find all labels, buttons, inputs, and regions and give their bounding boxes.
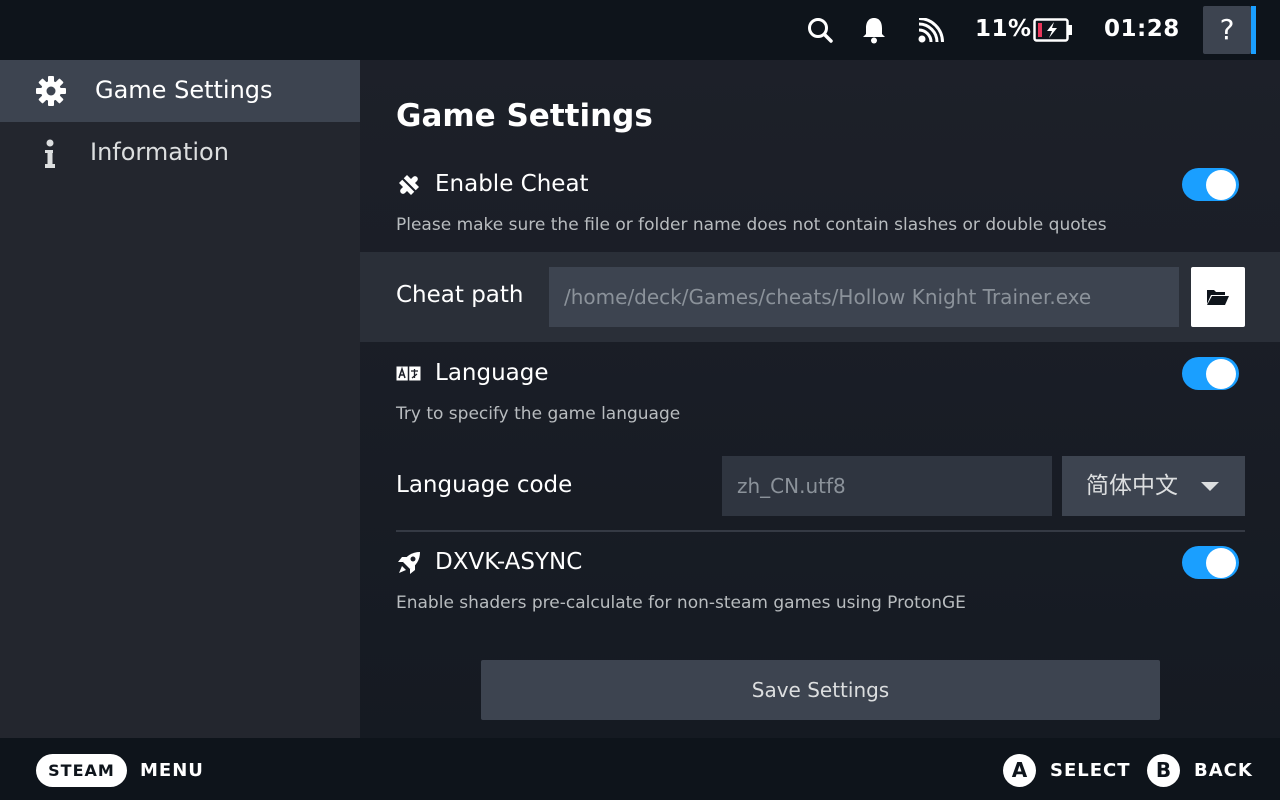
translate-icon: [396, 366, 421, 386]
help-accent-bar: [1251, 6, 1256, 54]
sidebar: Game Settings Information: [0, 60, 360, 738]
cheat-path-label: Cheat path: [396, 282, 524, 308]
folder-open-icon: [1206, 288, 1230, 310]
wifi-icon[interactable]: [916, 17, 944, 48]
language-code-input[interactable]: zh_CN.utf8: [722, 456, 1052, 516]
main-panel: Game Settings Enable Cheat Please make s…: [360, 60, 1280, 738]
language-toggle[interactable]: [1182, 357, 1239, 390]
cheat-path-input[interactable]: /home/deck/Games/cheats/Hollow Knight Tr…: [549, 267, 1179, 327]
sidebar-item-label: Information: [90, 138, 229, 166]
puzzle-icon: [396, 172, 422, 202]
page-title: Game Settings: [396, 98, 653, 134]
steam-button[interactable]: STEAM: [36, 754, 127, 787]
sidebar-item-label: Game Settings: [95, 76, 273, 104]
help-button[interactable]: ?: [1203, 6, 1251, 54]
select-label: SELECT: [1050, 760, 1131, 781]
enable-cheat-toggle[interactable]: [1182, 168, 1239, 201]
search-icon[interactable]: [806, 16, 834, 48]
back-label: BACK: [1194, 760, 1253, 781]
menu-label: MENU: [140, 760, 204, 781]
chevron-down-icon: [1201, 482, 1219, 491]
enable-cheat-description: Please make sure the file or folder name…: [396, 215, 1107, 235]
language-code-label: Language code: [396, 472, 573, 498]
toggle-knob: [1206, 359, 1236, 389]
dxvk-async-description: Enable shaders pre-calculate for non-ste…: [396, 593, 966, 613]
language-description: Try to specify the game language: [396, 404, 681, 424]
toggle-knob: [1206, 170, 1236, 200]
browse-folder-button[interactable]: [1191, 267, 1245, 327]
b-button-icon[interactable]: B: [1147, 754, 1180, 787]
bottom-bar: STEAM MENU A SELECT B BACK: [0, 738, 1280, 800]
language-dropdown-value: 简体中文: [1086, 473, 1178, 499]
sidebar-item-game-settings[interactable]: Game Settings: [0, 60, 360, 122]
gear-icon: [35, 75, 67, 111]
language-label: Language: [435, 360, 549, 386]
toggle-knob: [1206, 548, 1236, 578]
dxvk-async-toggle[interactable]: [1182, 546, 1239, 579]
battery-percent: 11%: [975, 16, 1032, 42]
battery-icon: [1033, 18, 1073, 46]
bell-icon[interactable]: [861, 16, 887, 48]
dxvk-async-label: DXVK-ASYNC: [435, 549, 583, 575]
clock: 01:28: [1104, 16, 1180, 42]
status-bar: 11% 01:28 ?: [0, 0, 1280, 60]
sidebar-item-information[interactable]: Information: [0, 122, 360, 184]
a-button-icon[interactable]: A: [1003, 754, 1036, 787]
language-dropdown[interactable]: 简体中文: [1062, 456, 1245, 516]
rocket-icon: [396, 550, 422, 580]
enable-cheat-label: Enable Cheat: [435, 171, 589, 197]
cheat-path-row: Cheat path /home/deck/Games/cheats/Hollo…: [360, 252, 1280, 342]
info-icon: [43, 139, 57, 173]
divider: [396, 530, 1245, 532]
save-settings-button[interactable]: Save Settings: [481, 660, 1160, 720]
